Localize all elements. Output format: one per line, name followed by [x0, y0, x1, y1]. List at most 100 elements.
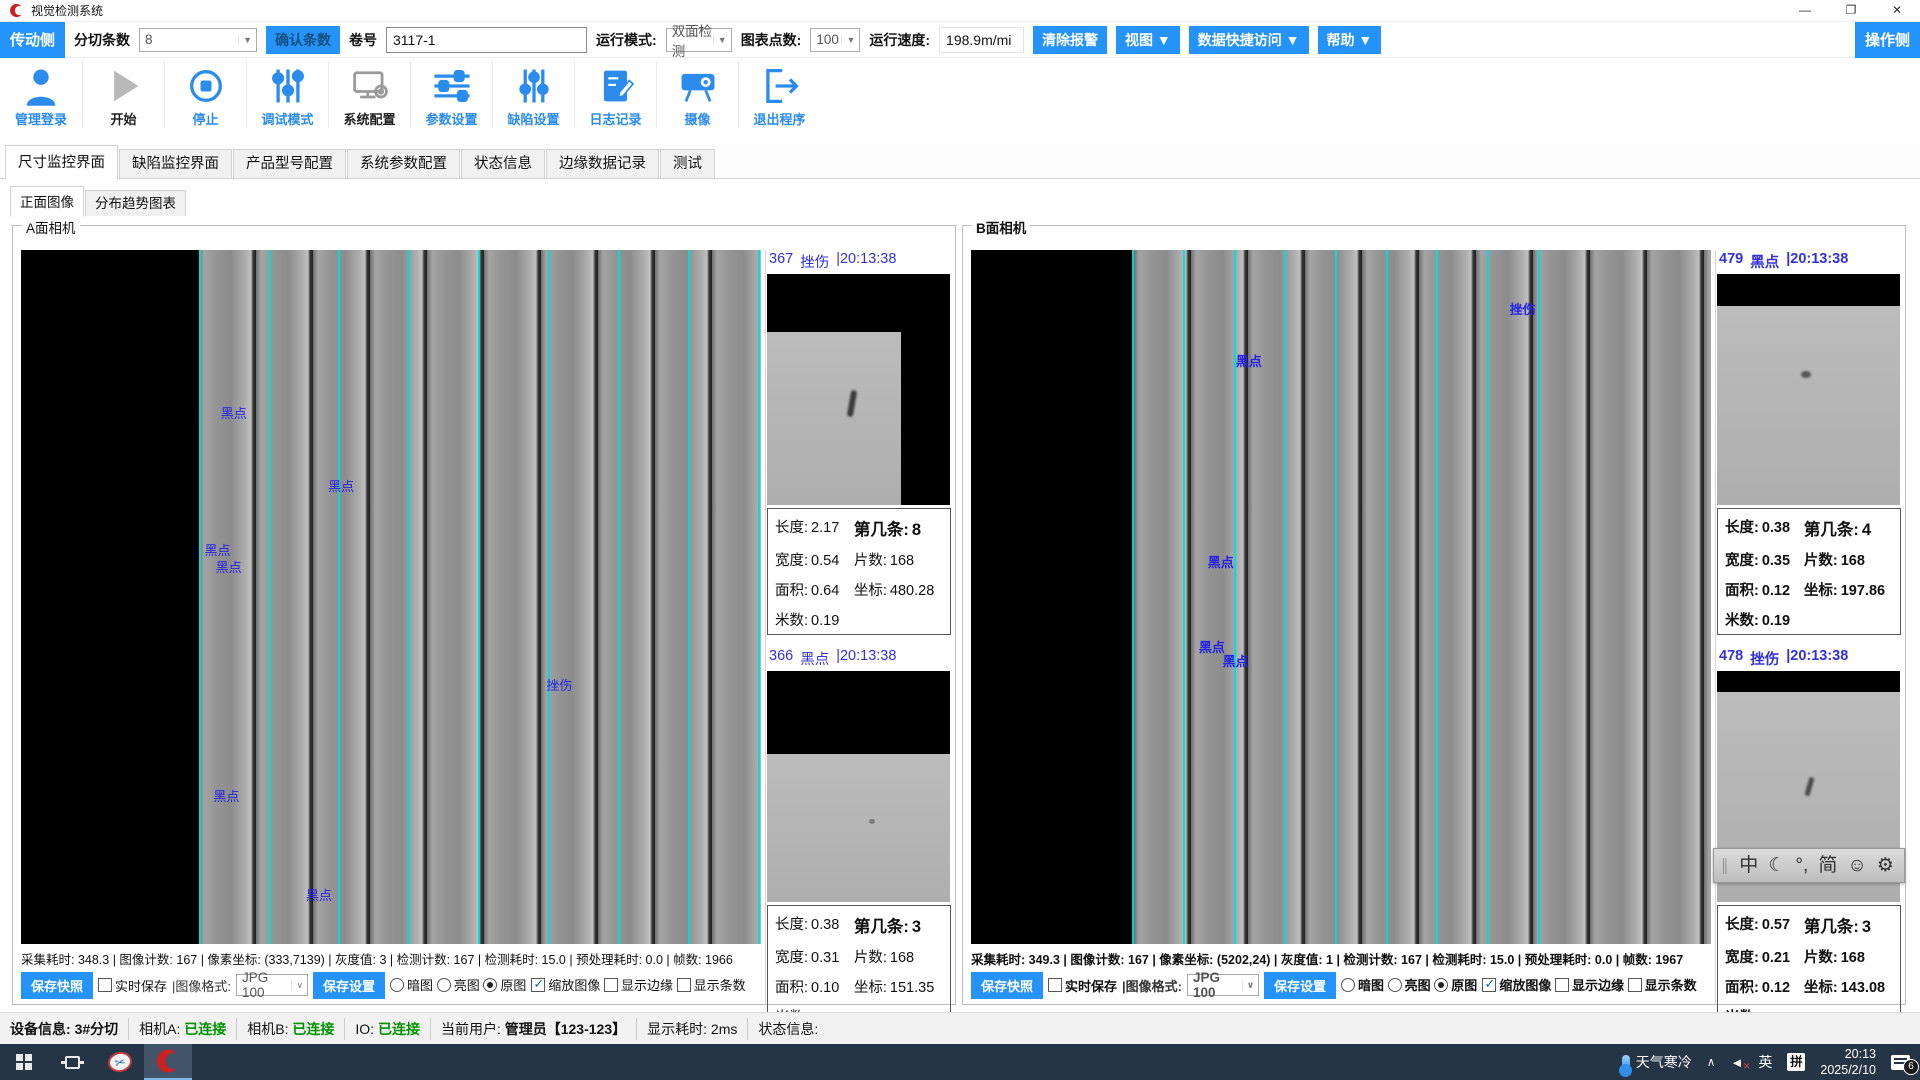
stat-cell: 片数:168: [854, 946, 947, 967]
display-option-缩放图像[interactable]: 缩放图像: [531, 975, 600, 994]
hidden-icons-chevron[interactable]: ∧: [1707, 1055, 1716, 1069]
ime-emoji-icon[interactable]: ☺: [1847, 856, 1866, 875]
tool-label: 参数设置: [425, 109, 477, 128]
roll-number-input[interactable]: 3117-1: [386, 27, 587, 53]
language-indicator[interactable]: 英: [1758, 1052, 1772, 1072]
chart-points-value: 100: [816, 32, 839, 47]
save-snapshot-button[interactable]: 保存快照: [21, 972, 93, 999]
main-tab-6[interactable]: 边缘数据记录: [546, 149, 659, 178]
save-snapshot-button[interactable]: 保存快照: [971, 972, 1043, 999]
image-format-label: |图像格式:: [1122, 976, 1182, 995]
sliders-v2-tool-button[interactable]: 缺陷设置: [492, 61, 574, 128]
save-settings-button[interactable]: 保存设置: [313, 972, 385, 999]
image-mode-radio-原图[interactable]: 原图: [1434, 975, 1477, 994]
display-option-显示条数[interactable]: 显示条数: [1628, 975, 1697, 994]
display-option-缩放图像[interactable]: 缩放图像: [1482, 975, 1551, 994]
task-view-button[interactable]: [48, 1044, 96, 1080]
sliders-v-tool-button[interactable]: 调试模式: [246, 61, 328, 128]
camera-tool-button[interactable]: 摄像: [656, 61, 738, 128]
weather-widget[interactable]: 天气寒冷: [1622, 1052, 1692, 1072]
defect-card[interactable]: 367挫伤|20:13:38长度:2.17第几条:8宽度:0.54片数:168面…: [767, 250, 951, 635]
close-button[interactable]: ✕: [1874, 0, 1920, 22]
exit-tool-button[interactable]: 退出程序: [738, 61, 820, 128]
monitor-gear-tool-button[interactable]: 系统配置: [328, 61, 410, 128]
notification-center-button[interactable]: 6: [1891, 1055, 1910, 1070]
stat-label: 坐标:: [854, 583, 887, 599]
defect-card[interactable]: 478挫伤|20:13:38长度:0.57第几条:3宽度:0.21片数:168面…: [1717, 647, 1901, 1032]
ime-moon-icon[interactable]: ☾: [1768, 856, 1785, 875]
display-option-显示边缘[interactable]: 显示边缘: [604, 975, 673, 994]
checkbox-icon: [1555, 978, 1569, 992]
strip-count-label: 分切条数: [74, 30, 130, 50]
stat-label: 坐标:: [854, 980, 887, 996]
ime-indicator[interactable]: 拼: [1787, 1053, 1805, 1071]
ime-simplified-icon[interactable]: 简: [1818, 856, 1837, 875]
image-mode-radio-亮图[interactable]: 亮图: [437, 975, 480, 994]
clear-alarm-button[interactable]: 清除报警: [1033, 26, 1107, 54]
defect-card[interactable]: 366黑点|20:13:38长度:0.38第几条:3宽度:0.31片数:168面…: [767, 647, 951, 1032]
state-info-label: 状态信息:: [748, 1018, 828, 1040]
snipping-tool-button[interactable]: ✂: [96, 1044, 144, 1080]
maximize-button[interactable]: ❐: [1828, 0, 1874, 22]
system-tray: 天气寒冷 ∧ ◄✕ 英 拼 20:132025/2/10 6: [1622, 1046, 1920, 1079]
io-status: 已连接: [378, 1021, 420, 1037]
image-format-select[interactable]: JPG 100∨: [236, 974, 308, 996]
volume-muted-icon[interactable]: ◄✕: [1731, 1055, 1744, 1070]
main-tab-5[interactable]: 状态信息: [461, 149, 545, 178]
image-mode-radio-暗图[interactable]: 暗图: [390, 975, 433, 994]
chevron-down-icon: ∨: [1242, 980, 1258, 991]
window-title: 视觉检测系统: [31, 2, 103, 19]
defect-type: 黑点: [800, 648, 829, 669]
help-menu-button[interactable]: 帮助 ▼: [1318, 26, 1382, 54]
sub-tab-2[interactable]: 分布趋势图表: [85, 190, 186, 216]
material-stripes: [1134, 250, 1711, 944]
main-tab-3[interactable]: 产品型号配置: [233, 149, 346, 178]
display-time-label: 显示耗时:: [647, 1021, 707, 1037]
image-mode-radio-亮图[interactable]: 亮图: [1388, 975, 1431, 994]
display-option-显示条数[interactable]: 显示条数: [677, 975, 746, 994]
stat-label: 米数:: [1725, 613, 1759, 629]
ime-lang-button[interactable]: 中: [1739, 856, 1758, 875]
image-mode-radio-原图[interactable]: 原图: [483, 975, 526, 994]
image-format-select[interactable]: JPG 100∨: [1187, 974, 1259, 996]
image-mode-radio-暗图[interactable]: 暗图: [1341, 975, 1384, 994]
strip-count-select[interactable]: 8▼: [139, 28, 257, 52]
defect-card[interactable]: 479黑点|20:13:38长度:0.38第几条:4宽度:0.35片数:168面…: [1717, 250, 1901, 635]
tool-label: 调试模式: [261, 109, 313, 128]
view-menu-button[interactable]: 视图 ▼: [1116, 26, 1180, 54]
sub-tab-1[interactable]: 正面图像: [10, 186, 84, 217]
stat-label: 第几条:: [854, 918, 909, 936]
sliders-h-tool-button[interactable]: 参数设置: [410, 61, 492, 128]
minimize-button[interactable]: —: [1782, 0, 1828, 22]
realtime-save-checkbox[interactable]: 实时保存: [1048, 976, 1117, 995]
confirm-strips-button[interactable]: 确认条数: [266, 26, 340, 54]
ime-settings-icon[interactable]: ⚙: [1877, 856, 1894, 875]
display-option-显示边缘[interactable]: 显示边缘: [1555, 975, 1624, 994]
user-tool-button[interactable]: 管理登录: [0, 61, 82, 128]
chart-points-select[interactable]: 100▼: [810, 28, 860, 52]
radio-label: 原图: [500, 975, 526, 994]
defect-overlay-label: 黑点: [205, 540, 231, 559]
play-tool-button[interactable]: 开始: [82, 61, 164, 128]
main-tab-1[interactable]: 尺寸监控界面: [5, 145, 118, 179]
operation-side-button[interactable]: 操作侧: [1855, 22, 1920, 58]
data-quick-access-button[interactable]: 数据快捷访问 ▼: [1189, 26, 1309, 54]
main-tab-2[interactable]: 缺陷监控界面: [119, 149, 232, 178]
main-tab-7[interactable]: 测试: [660, 149, 715, 178]
main-tab-4[interactable]: 系统参数配置: [347, 149, 460, 178]
realtime-save-checkbox[interactable]: 实时保存: [98, 976, 167, 995]
log-tool-button[interactable]: 日志记录: [574, 61, 656, 128]
ime-punctuation-icon[interactable]: °,: [1795, 856, 1808, 875]
start-button[interactable]: [0, 1044, 48, 1080]
transmission-side-button[interactable]: 传动侧: [0, 22, 65, 58]
save-settings-button[interactable]: 保存设置: [1264, 972, 1336, 999]
inspection-app-button[interactable]: [144, 1044, 192, 1080]
stat-cell: 第几条:3: [1804, 913, 1897, 937]
strip-boundary-line: [1386, 250, 1388, 944]
defect-card-header: 366黑点|20:13:38: [767, 647, 951, 671]
clock[interactable]: 20:132025/2/10: [1820, 1046, 1876, 1079]
defect-id: 478: [1719, 648, 1743, 669]
stop-tool-button[interactable]: 停止: [164, 61, 246, 128]
run-mode-select[interactable]: 双面检测▼: [666, 28, 732, 52]
mute-mark: ✕: [1743, 1061, 1751, 1072]
